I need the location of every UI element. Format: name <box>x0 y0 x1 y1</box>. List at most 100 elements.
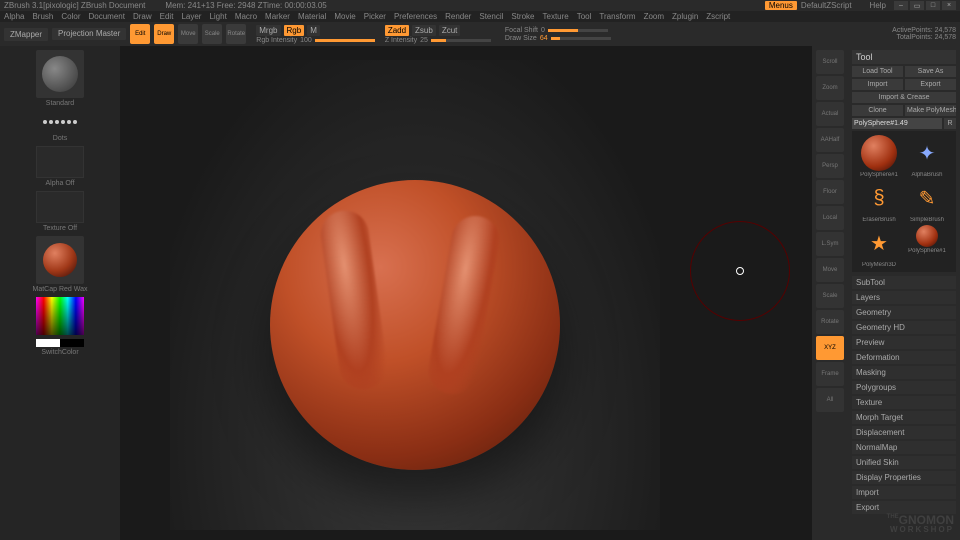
section-geometry-hd[interactable]: Geometry HD <box>852 321 956 334</box>
texture-thumbnail[interactable] <box>36 191 84 223</box>
help-link[interactable]: Help <box>870 1 886 10</box>
export-button[interactable]: Export <box>905 79 956 90</box>
section-texture[interactable]: Texture <box>852 396 956 409</box>
switch-color[interactable]: SwitchColor <box>41 349 78 356</box>
m-button[interactable]: M <box>307 25 320 36</box>
zmapper-button[interactable]: ZMapper <box>4 28 48 41</box>
menu-macro[interactable]: Macro <box>235 12 257 21</box>
maximize-icon[interactable]: □ <box>926 1 940 10</box>
brush-thumbnail[interactable] <box>36 50 84 98</box>
focal-shift-slider[interactable] <box>548 29 608 32</box>
section-displacement[interactable]: Displacement <box>852 426 956 439</box>
menu-material[interactable]: Material <box>298 12 326 21</box>
import-button[interactable]: Import <box>852 79 903 90</box>
section-display-properties[interactable]: Display Properties <box>852 471 956 484</box>
menu-document[interactable]: Document <box>89 12 125 21</box>
xyz-icon[interactable]: XYZ <box>816 336 844 360</box>
menu-stroke[interactable]: Stroke <box>511 12 534 21</box>
all-icon[interactable]: All <box>816 388 844 412</box>
tool-panel-title: Tool <box>852 50 956 64</box>
z-intensity-slider[interactable] <box>431 39 491 42</box>
menu-marker[interactable]: Marker <box>265 12 290 21</box>
restore-icon[interactable]: ▭ <box>910 1 924 10</box>
make-polymesh-button[interactable]: Make PolyMesh3D <box>905 105 956 116</box>
section-subtool[interactable]: SubTool <box>852 276 956 289</box>
draw-size-slider[interactable] <box>551 37 611 40</box>
menu-render[interactable]: Render <box>445 12 471 21</box>
material-thumbnail[interactable] <box>36 236 84 284</box>
menu-zoom[interactable]: Zoom <box>644 12 664 21</box>
section-geometry[interactable]: Geometry <box>852 306 956 319</box>
tool-simplebrush[interactable]: ✎SimpleBrush <box>904 180 950 223</box>
section-polygroups[interactable]: Polygroups <box>852 381 956 394</box>
zoom-icon[interactable]: Zoom <box>816 76 844 100</box>
tool-polysphere-2[interactable]: PolySphere#1 <box>904 225 950 268</box>
projection-master-button[interactable]: Projection Master <box>52 28 126 40</box>
menu-movie[interactable]: Movie <box>334 12 355 21</box>
floor-icon[interactable]: Floor <box>816 180 844 204</box>
r-flag[interactable]: R <box>944 118 956 129</box>
scale-button[interactable]: Scale <box>202 24 222 44</box>
menu-picker[interactable]: Picker <box>364 12 386 21</box>
close-icon[interactable]: × <box>942 1 956 10</box>
zcut-button[interactable]: Zcut <box>439 25 461 36</box>
scale-nav-icon[interactable]: Scale <box>816 284 844 308</box>
tool-polysphere[interactable]: PolySphere#1 <box>856 135 902 178</box>
scroll-icon[interactable]: Scroll <box>816 50 844 74</box>
rotate-button[interactable]: Rotate <box>226 24 246 44</box>
menu-edit[interactable]: Edit <box>160 12 174 21</box>
mrgb-button[interactable]: Mrgb <box>256 25 280 36</box>
local-icon[interactable]: Local <box>816 206 844 230</box>
zadd-button[interactable]: Zadd <box>385 25 409 36</box>
alpha-thumbnail[interactable] <box>36 146 84 178</box>
color-picker[interactable] <box>36 297 84 335</box>
clone-button[interactable]: Clone <box>852 105 903 116</box>
zsub-button[interactable]: Zsub <box>412 25 436 36</box>
stroke-thumbnail[interactable] <box>36 111 84 133</box>
tool-alphabrush[interactable]: ✦AlphaBrush <box>904 135 950 178</box>
move-button[interactable]: Move <box>178 24 198 44</box>
menu-light[interactable]: Light <box>209 12 226 21</box>
section-import[interactable]: Import <box>852 486 956 499</box>
tool-polymesh3d[interactable]: ★PolyMesh3D <box>856 225 902 268</box>
menu-draw[interactable]: Draw <box>133 12 152 21</box>
default-zscript[interactable]: DefaultZScript <box>801 1 852 10</box>
menu-texture[interactable]: Texture <box>543 12 569 21</box>
section-unified-skin[interactable]: Unified Skin <box>852 456 956 469</box>
menu-tool[interactable]: Tool <box>577 12 592 21</box>
move-nav-icon[interactable]: Move <box>816 258 844 282</box>
section-morph-target[interactable]: Morph Target <box>852 411 956 424</box>
menu-zscript[interactable]: Zscript <box>706 12 730 21</box>
viewport[interactable] <box>170 60 660 530</box>
rgb-button[interactable]: Rgb <box>284 25 305 36</box>
section-preview[interactable]: Preview <box>852 336 956 349</box>
section-deformation[interactable]: Deformation <box>852 351 956 364</box>
menu-transform[interactable]: Transform <box>599 12 635 21</box>
menu-preferences[interactable]: Preferences <box>394 12 437 21</box>
edit-button[interactable]: Edit <box>130 24 150 44</box>
import-crease-button[interactable]: Import & Crease <box>852 92 956 103</box>
menus-button[interactable]: Menus <box>765 1 797 10</box>
section-normalmap[interactable]: NormalMap <box>852 441 956 454</box>
aahalf-icon[interactable]: AAHalf <box>816 128 844 152</box>
menu-alpha[interactable]: Alpha <box>4 12 24 21</box>
color-swatches[interactable] <box>36 339 84 347</box>
menu-stencil[interactable]: Stencil <box>479 12 503 21</box>
load-tool-button[interactable]: Load Tool <box>852 66 903 77</box>
frame-icon[interactable]: Frame <box>816 362 844 386</box>
rgb-intensity-slider[interactable] <box>315 39 375 42</box>
section-masking[interactable]: Masking <box>852 366 956 379</box>
rotate-nav-icon[interactable]: Rotate <box>816 310 844 334</box>
menu-zplugin[interactable]: Zplugin <box>672 12 698 21</box>
menu-color[interactable]: Color <box>61 12 80 21</box>
menu-layer[interactable]: Layer <box>181 12 201 21</box>
menu-brush[interactable]: Brush <box>32 12 53 21</box>
persp-icon[interactable]: Persp <box>816 154 844 178</box>
section-layers[interactable]: Layers <box>852 291 956 304</box>
save-as-button[interactable]: Save As <box>905 66 956 77</box>
actual-icon[interactable]: Actual <box>816 102 844 126</box>
lsym-icon[interactable]: L.Sym <box>816 232 844 256</box>
minimize-icon[interactable]: – <box>894 1 908 10</box>
draw-button[interactable]: Draw <box>154 24 174 44</box>
tool-eraserbrush[interactable]: §EraserBrush <box>856 180 902 223</box>
